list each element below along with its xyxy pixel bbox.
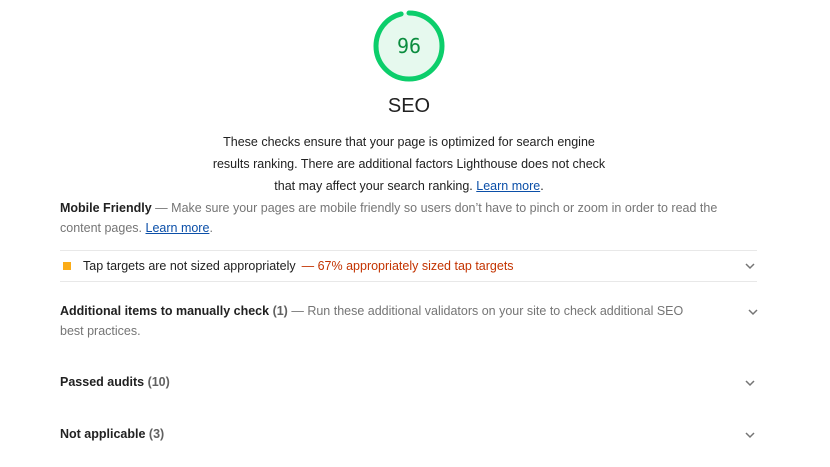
chevron-down-icon[interactable] bbox=[745, 378, 755, 388]
score-value: 96 bbox=[396, 34, 422, 58]
mobile-period: . bbox=[209, 221, 213, 235]
category-title: SEO bbox=[387, 95, 431, 117]
description-line-1: These checks ensure that your page is op… bbox=[223, 135, 595, 149]
passed-audits-group[interactable]: Passed audits (10) bbox=[60, 375, 757, 389]
audit-title: Tap targets are not sized appropriately bbox=[83, 259, 296, 273]
average-square-icon bbox=[63, 262, 71, 270]
mobile-friendly-title: Mobile Friendly bbox=[60, 201, 152, 215]
not-applicable-group[interactable]: Not applicable (3) bbox=[60, 427, 757, 441]
divider bbox=[60, 281, 757, 282]
mobile-friendly-group: Mobile Friendly — Make sure your pages a… bbox=[60, 198, 760, 238]
not-applicable-count: (3) bbox=[148, 427, 165, 441]
category-description: These checks ensure that your page is op… bbox=[200, 131, 618, 197]
passed-audits-title: Passed audits bbox=[60, 375, 145, 389]
score-gauge: 96 bbox=[372, 9, 446, 83]
manual-checks-dash: — bbox=[291, 304, 304, 318]
chevron-down-icon[interactable] bbox=[748, 307, 758, 317]
chevron-down-icon[interactable] bbox=[745, 430, 755, 440]
mobile-friendly-dash: — bbox=[155, 201, 168, 215]
tap-targets-audit[interactable]: Tap targets are not sized appropriately … bbox=[60, 251, 757, 281]
manual-checks-count: (1) bbox=[272, 304, 288, 318]
manual-checks-group[interactable]: Additional items to manually check (1) —… bbox=[60, 301, 760, 341]
description-line-3: that may affect your search ranking. bbox=[274, 179, 473, 193]
passed-audits-count: (10) bbox=[147, 375, 170, 389]
description-line-2: results ranking. There are additional fa… bbox=[212, 157, 606, 171]
chevron-down-icon[interactable] bbox=[745, 261, 755, 271]
audit-display-value: — 67% appropriately sized tap targets bbox=[301, 259, 514, 273]
learn-more-link[interactable]: Learn more bbox=[476, 179, 540, 193]
not-applicable-title: Not applicable bbox=[60, 427, 146, 441]
manual-checks-title: Additional items to manually check bbox=[60, 304, 270, 318]
description-period: . bbox=[540, 179, 544, 193]
mobile-learn-more-link[interactable]: Learn more bbox=[146, 221, 210, 235]
